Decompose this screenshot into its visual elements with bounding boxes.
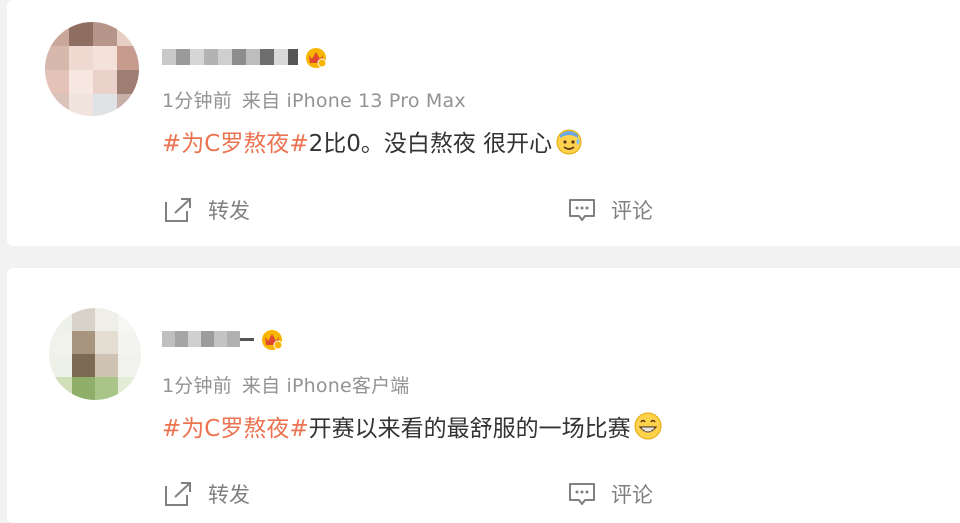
post-source: 来自 iPhone客户端: [241, 375, 410, 397]
repost-icon: [165, 198, 191, 222]
post-actions: 转发 评论: [7, 190, 960, 230]
username-row: [162, 44, 328, 70]
repost-button[interactable]: 转发: [162, 474, 250, 514]
post-content: #为C罗熬夜# 开赛以来看的最舒服的一场比赛: [162, 409, 663, 443]
blurred-username[interactable]: [162, 46, 298, 68]
user-avatar[interactable]: [49, 308, 141, 400]
user-avatar[interactable]: [45, 22, 139, 116]
post-text: 2比0。没白熬夜 很开心: [308, 131, 553, 157]
sweaty-face-emoji: [556, 129, 582, 155]
comment-label: 评论: [611, 483, 653, 507]
post-meta: 1分钟前 来自 iPhone客户端: [162, 371, 409, 398]
post-time[interactable]: 1分钟前: [162, 375, 232, 397]
blurred-username[interactable]: [162, 328, 254, 350]
comment-button[interactable]: 评论: [567, 474, 653, 514]
post-meta: 1分钟前 来自 iPhone 13 Pro Max: [162, 86, 466, 113]
hashtag-link[interactable]: #为C罗熬夜#: [162, 124, 309, 158]
grinning-face-emoji: [634, 412, 662, 440]
repost-button[interactable]: 转发: [162, 190, 250, 230]
repost-label: 转发: [208, 199, 250, 223]
repost-label: 转发: [208, 483, 250, 507]
blurred-avatar-image: [45, 22, 139, 116]
comment-button[interactable]: 评论: [567, 190, 653, 230]
vip-crown-icon[interactable]: [260, 327, 284, 351]
comment-label: 评论: [611, 199, 653, 223]
blurred-avatar-image: [49, 308, 141, 400]
comment-icon: [569, 199, 595, 221]
post-source: 来自 iPhone 13 Pro Max: [241, 90, 466, 112]
vip-crown-icon[interactable]: [304, 45, 328, 69]
post-content: #为C罗熬夜# 2比0。没白熬夜 很开心: [162, 124, 584, 158]
post-actions: 转发 评论: [7, 474, 960, 514]
post-text: 开赛以来看的最舒服的一场比赛: [308, 416, 631, 442]
weibo-feed: 1分钟前 来自 iPhone 13 Pro Max #为C罗熬夜# 2比0。没白熬夜…: [0, 0, 960, 523]
post-card: 1分钟前来自 iPhone客户端 #为C罗熬夜#开赛以来看的最舒服的一场比赛: [7, 268, 960, 523]
post-card: 1分钟前 来自 iPhone 13 Pro Max #为C罗熬夜# 2比0。没白熬夜…: [7, 0, 960, 246]
username-row: [162, 326, 284, 352]
repost-icon: [165, 482, 191, 506]
post-time[interactable]: 1分钟前: [162, 90, 232, 112]
comment-icon: [569, 483, 595, 505]
hashtag-link[interactable]: #为C罗熬夜#: [162, 409, 309, 443]
